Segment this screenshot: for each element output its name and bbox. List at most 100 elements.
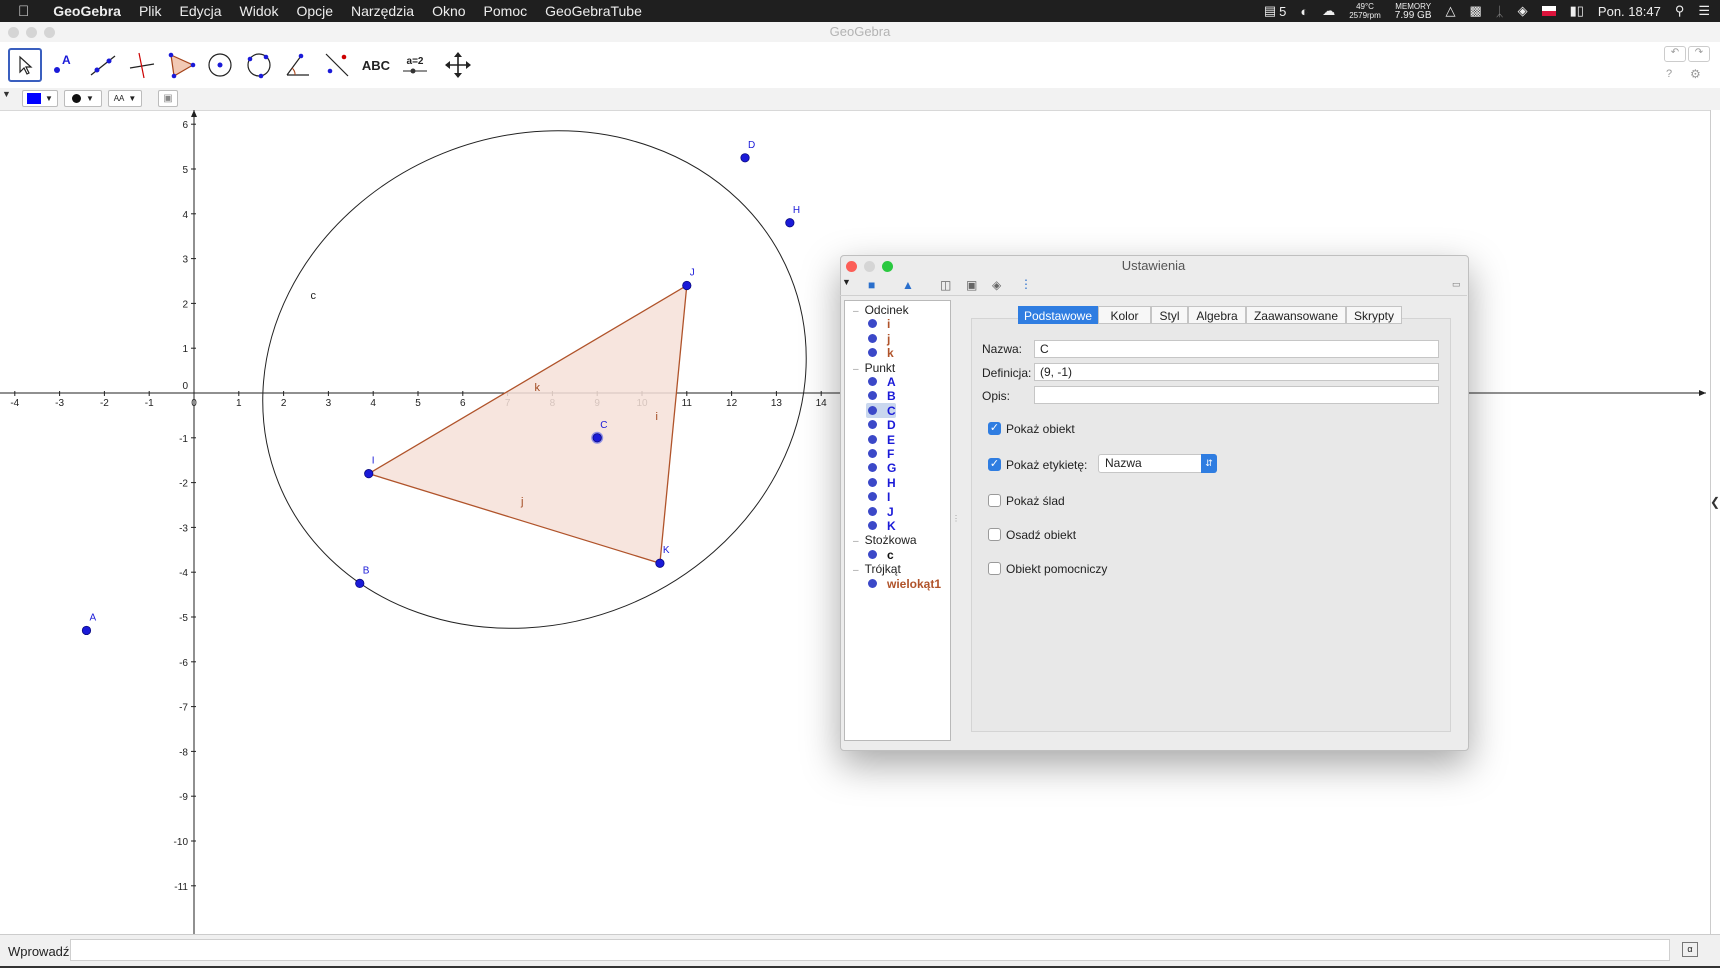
object-visibility-icon[interactable] [868, 449, 877, 458]
graphics-settings-icon[interactable]: ■ [868, 278, 875, 292]
polygon-tool[interactable] [164, 48, 198, 82]
defaults-icon[interactable]: ▣ [966, 278, 977, 292]
tree-item[interactable]: A [868, 375, 896, 389]
flag-icon[interactable] [1541, 6, 1556, 16]
description-field[interactable] [1034, 386, 1439, 404]
layout-icon[interactable]: ◫ [940, 278, 951, 292]
move-tool[interactable] [8, 48, 42, 82]
tree-item[interactable]: i [868, 317, 890, 331]
window-zoom-button[interactable] [44, 27, 55, 38]
tab-podstawowe[interactable]: Podstawowe [1018, 306, 1098, 324]
notification-center-icon[interactable]: ☰ [1698, 3, 1710, 19]
perpendicular-tool[interactable] [125, 48, 159, 82]
conic-tool[interactable] [242, 48, 276, 82]
window-minimize-button[interactable] [26, 27, 37, 38]
dialog-menu-icon[interactable]: ▼ [842, 277, 851, 287]
menu-narzedzia[interactable]: Narzędzia [351, 3, 414, 19]
text-tool[interactable]: ABC [359, 48, 393, 82]
advanced-icon[interactable]: ◈ [992, 278, 1001, 292]
drive-icon[interactable]: △ [1446, 3, 1456, 19]
object-visibility-icon[interactable] [868, 420, 877, 430]
keyboard-toggle-icon[interactable]: α [1682, 942, 1698, 957]
tab-zaawansowane[interactable]: Zaawansowane [1246, 306, 1346, 324]
objects-settings-icon[interactable]: ▲ [902, 278, 914, 292]
tab-skrypty[interactable]: Skrypty [1346, 306, 1402, 324]
object-visibility-icon[interactable] [868, 578, 877, 588]
object-visibility-icon[interactable] [868, 506, 877, 516]
tree-item[interactable]: K [868, 519, 896, 533]
battery-icon[interactable]: ▮▯ [1570, 3, 1584, 19]
tree-item[interactable]: c [868, 548, 894, 562]
tree-group[interactable]: – Trójkąt [853, 562, 901, 576]
menu-geogebratube[interactable]: GeoGebraTube [545, 3, 642, 19]
tree-item[interactable]: C [866, 402, 896, 418]
fix-object-checkbox[interactable] [988, 528, 1001, 541]
input-field[interactable] [70, 939, 1670, 961]
auxiliary-object-checkbox[interactable] [988, 562, 1001, 575]
apple-icon[interactable]:  [18, 3, 29, 20]
tree-group[interactable]: – Punkt [853, 361, 895, 375]
object-visibility-icon[interactable] [868, 319, 877, 329]
tree-item[interactable]: I [868, 490, 890, 504]
tree-item[interactable]: D [868, 418, 896, 432]
object-visibility-icon[interactable] [868, 492, 877, 502]
point-style-button[interactable]: ▼ [64, 90, 102, 107]
help-icon[interactable]: ? [1666, 68, 1672, 80]
show-trace-checkbox[interactable] [988, 494, 1001, 507]
splitter-handle-icon[interactable]: ⋮ [952, 514, 960, 523]
slider-tool[interactable]: a=2 [398, 48, 432, 82]
menu-edycja[interactable]: Edycja [180, 3, 222, 19]
redo-icon[interactable]: ↷ [1688, 46, 1710, 62]
tree-item[interactable]: j [868, 332, 890, 346]
tab-algebra[interactable]: Algebra [1188, 306, 1246, 324]
detach-icon[interactable]: ▭ [1452, 279, 1461, 290]
tree-item[interactable]: B [868, 389, 896, 403]
collapse-icon[interactable]: – [853, 536, 859, 547]
move-graphics-tool[interactable] [441, 48, 475, 82]
menu-app[interactable]: GeoGebra [53, 3, 121, 19]
point-tool[interactable]: A [47, 48, 81, 82]
tab-kolor[interactable]: Kolor [1098, 306, 1151, 324]
bluetooth-icon[interactable]: ᛣ [1496, 4, 1504, 19]
gear-icon[interactable]: ⚙ [1690, 67, 1701, 81]
menu-opcje[interactable]: Opcje [296, 3, 333, 19]
reflect-tool[interactable] [320, 48, 354, 82]
name-field[interactable]: C [1034, 340, 1439, 358]
object-visibility-icon[interactable] [868, 549, 877, 559]
window-close-button[interactable] [8, 27, 19, 38]
spotlight-icon[interactable]: ⚲ [1675, 3, 1685, 19]
menu-okno[interactable]: Okno [432, 3, 465, 19]
menu-pomoc[interactable]: Pomoc [484, 3, 528, 19]
menu-widok[interactable]: Widok [240, 3, 279, 19]
definition-field[interactable]: (9, -1) [1034, 363, 1439, 381]
undo-icon[interactable]: ↶ [1664, 46, 1686, 62]
wifi-icon[interactable]: ◈ [1518, 3, 1528, 19]
sync-icon[interactable]: ◐ [1300, 4, 1308, 19]
tree-item[interactable]: H [868, 476, 896, 490]
object-visibility-icon[interactable] [868, 391, 877, 401]
object-visibility-icon[interactable] [868, 477, 877, 487]
tree-item[interactable]: F [868, 447, 894, 461]
menu-plik[interactable]: Plik [139, 3, 162, 19]
more-options-icon[interactable]: ⋮ [1020, 277, 1032, 291]
lock-button[interactable]: ▣ [158, 90, 178, 107]
angle-tool[interactable] [281, 48, 315, 82]
object-visibility-icon[interactable] [868, 377, 877, 386]
show-object-checkbox[interactable]: ✓ [988, 422, 1001, 435]
select-arrows-icon[interactable]: ⇵ [1201, 454, 1217, 473]
tree-item[interactable]: E [868, 433, 895, 447]
keyboard-icon[interactable]: ▩ [1470, 3, 1482, 19]
clock[interactable]: Pon. 18:47 [1598, 4, 1661, 19]
cloud-icon[interactable]: ☁ [1322, 3, 1335, 19]
color-button[interactable]: ▼ [22, 90, 58, 107]
dialog-minimize-button[interactable] [864, 261, 875, 272]
show-label-checkbox[interactable]: ✓ [988, 458, 1001, 471]
object-visibility-icon[interactable] [868, 405, 877, 415]
collapse-icon[interactable]: – [853, 306, 859, 317]
object-visibility-icon[interactable] [868, 521, 877, 530]
tree-item[interactable]: J [868, 505, 894, 519]
collapse-panel-icon[interactable]: ❮ [1710, 495, 1720, 509]
dialog-close-button[interactable] [846, 261, 857, 272]
toggle-stylebar-icon[interactable]: ▼ [2, 89, 11, 99]
circle-tool[interactable] [203, 48, 237, 82]
